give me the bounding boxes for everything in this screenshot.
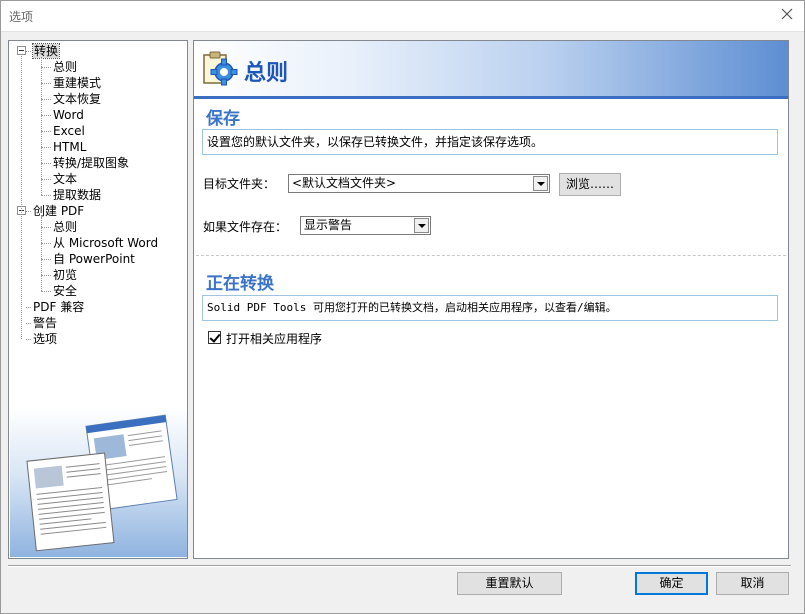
tree-connector (41, 243, 51, 244)
section-divider (196, 255, 786, 256)
reset-defaults-button[interactable]: 重置默认 (457, 572, 562, 595)
converting-section-description: Solid PDF Tools 可用您打开的已转换文档，启动相关应用程序，以查看… (202, 295, 778, 321)
documents-illustration (10, 407, 187, 557)
general-settings-panel: 总则 保存 设置您的默认文件夹，以保存已转换文件，并指定该保存选项。 目标文件夹… (193, 40, 789, 559)
collapse-icon[interactable] (17, 46, 26, 55)
tree-item[interactable]: 警告 (33, 315, 57, 331)
tree-item-label: 从 Microsoft Word (53, 236, 159, 250)
tree-item-label: 安全 (53, 284, 78, 298)
tree-connector (41, 179, 51, 180)
tree-item[interactable]: 转换/提取图象 (53, 155, 129, 171)
tree-item-label: 转换 (31, 43, 61, 59)
tree-connector (26, 307, 31, 308)
page-title: 总则 (244, 61, 289, 86)
if-exists-label: 如果文件存在： (203, 220, 288, 234)
tree-item[interactable]: 总则 (53, 219, 77, 235)
tree-item-label: 总则 (53, 60, 78, 74)
tree-item-label: 提取数据 (53, 188, 102, 202)
tree-item[interactable]: HTML (53, 139, 86, 155)
tree-connector (41, 67, 51, 68)
ok-button[interactable]: 确定 (635, 572, 708, 595)
tree-item-label: 初览 (53, 268, 78, 282)
tree-guide (21, 56, 22, 339)
converting-section-title: 正在转换 (206, 274, 274, 294)
tree-connector (41, 115, 51, 116)
tree-item-label: 文本 (53, 172, 78, 186)
chevron-down-icon (533, 176, 548, 191)
tree-item-label: HTML (53, 140, 87, 154)
tree-item-label: 自 PowerPoint (53, 252, 135, 266)
tree-connector (41, 275, 51, 276)
tree-connector (41, 131, 51, 132)
tree-connector (26, 51, 31, 52)
target-folder-dropdown[interactable]: <默认文档文件夹> (288, 174, 550, 193)
tree-connector (41, 227, 51, 228)
browse-button[interactable]: 浏览…… (559, 173, 621, 196)
tree-connector (41, 163, 51, 164)
tree-item-label: 文本恢复 (53, 92, 102, 106)
window-title: 选项 (9, 10, 34, 24)
tree-item-label: 重建模式 (53, 76, 102, 90)
tree-connector (26, 339, 31, 340)
tree-item[interactable]: 自 PowerPoint (53, 251, 135, 267)
cancel-button[interactable]: 取消 (716, 572, 789, 595)
tree-connector (41, 83, 51, 84)
tree-item[interactable]: PDF 兼容 (33, 299, 84, 315)
chevron-down-icon (414, 218, 429, 233)
tree-guide (41, 57, 42, 195)
tree-item[interactable]: Excel (53, 123, 85, 139)
panel-header: 总则 (194, 41, 788, 99)
target-folder-label: 目标文件夹： (203, 177, 276, 191)
tree-item[interactable]: 从 Microsoft Word (53, 235, 158, 251)
tree-item-label: 转换/提取图象 (53, 156, 130, 170)
tree-item[interactable]: 安全 (53, 283, 77, 299)
if-exists-dropdown[interactable]: 显示警告 (300, 216, 431, 235)
tree-item-label: Excel (53, 124, 85, 138)
tree-item[interactable]: 选项 (33, 331, 57, 347)
tree-item[interactable]: 提取数据 (53, 187, 101, 203)
tree-connector (41, 291, 51, 292)
tree-item-label: PDF 兼容 (33, 300, 85, 314)
tree-item[interactable]: Word (53, 107, 84, 123)
tree-item-label: 选项 (33, 332, 58, 346)
tree-item[interactable]: 重建模式 (53, 75, 101, 91)
tree-item[interactable]: 文本 (53, 171, 77, 187)
options-tree-panel: 转换 总则 重建模式 文本恢复 Word Excel HTML 转换/提取图象 文本 提取数据 创建… (8, 40, 188, 559)
tree-item[interactable]: 文本恢复 (53, 91, 101, 107)
open-app-label: 打开相关应用程序 (226, 332, 323, 346)
footer-divider (8, 565, 791, 567)
settings-gear-icon (203, 51, 238, 86)
tree-connector (26, 211, 31, 212)
tree-item-label: 警告 (33, 316, 58, 330)
tree-guide (41, 217, 42, 291)
tree-item-label: 总则 (53, 220, 78, 234)
tree-connector (41, 259, 51, 260)
tree-connector (41, 147, 51, 148)
open-app-checkbox[interactable] (208, 331, 221, 344)
tree-connector (26, 323, 31, 324)
if-exists-value: 显示警告 (304, 218, 353, 232)
title-bar: 选项 (0, 0, 805, 32)
tree-item[interactable]: 初览 (53, 267, 77, 283)
close-icon[interactable] (779, 6, 795, 22)
save-section-title: 保存 (206, 109, 240, 129)
target-folder-value: <默认文档文件夹> (292, 176, 397, 190)
tree-connector (41, 99, 51, 100)
tree-item-label: Word (53, 108, 84, 122)
tree-connector (41, 195, 51, 196)
tree-item-label: 创建 PDF (33, 204, 85, 218)
save-section-description: 设置您的默认文件夹，以保存已转换文件，并指定该保存选项。 (202, 129, 778, 155)
tree-item[interactable]: 转换 (31, 43, 61, 59)
tree-item[interactable]: 总则 (53, 59, 77, 75)
